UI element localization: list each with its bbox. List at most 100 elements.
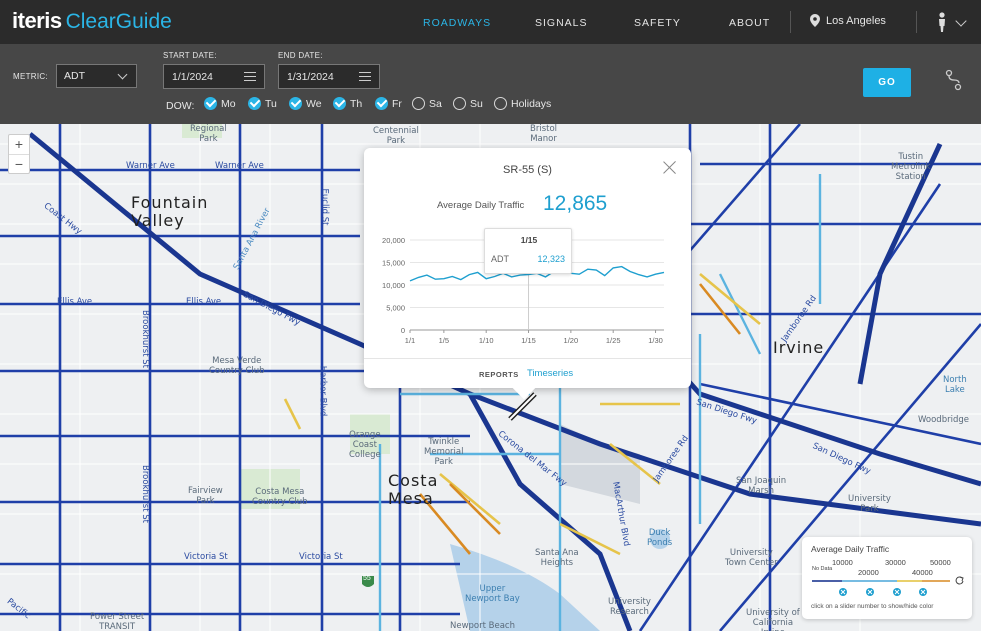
street-warner-ave: Warner Ave (126, 161, 175, 171)
y-tick-label: 15,000 (382, 259, 405, 268)
dow-checkbox-sa[interactable]: Sa (412, 97, 442, 110)
place-regional-park: Regional Park (190, 124, 227, 144)
unchecked-icon[interactable] (453, 97, 466, 110)
checked-icon[interactable] (333, 97, 346, 110)
filter-bar: METRIC: ADT START DATE: 1/1/2024 END DAT… (0, 44, 981, 124)
brand-name: iteris (12, 8, 62, 33)
dow-label-text: Holidays (511, 97, 552, 110)
dow-label-text: Th (350, 97, 363, 110)
x-tick-label: 1/1 (405, 336, 415, 345)
timeseries-link[interactable]: Timeseries (527, 368, 573, 379)
x-tick-label: 1/10 (479, 336, 494, 345)
start-date-input[interactable]: 1/1/2024 (163, 64, 265, 89)
segment-popup: SR-55 (S) Average Daily Traffic 12,865 0… (364, 148, 691, 400)
dow-checkbox-tu[interactable]: Tu (248, 97, 277, 110)
y-tick-label: 0 (401, 326, 405, 335)
close-icon[interactable] (663, 160, 677, 174)
chart-tooltip: 1/15 ADT 12,323 (484, 228, 572, 274)
unchecked-icon[interactable] (494, 97, 507, 110)
place-university-town-center: University Town Center (725, 548, 778, 568)
nav-about[interactable]: ABOUT (729, 17, 770, 29)
place-orange-coast-college: Orange Coast College (349, 430, 381, 460)
place-power-street: Power Street TRANSIT (90, 612, 145, 631)
end-date-label: END DATE: (278, 51, 323, 60)
checked-icon[interactable] (289, 97, 302, 110)
street-brookhurst-st: Brookhurst St (139, 465, 150, 523)
place-university-research: University Research (608, 597, 651, 617)
x-tick-label: 1/20 (564, 336, 579, 345)
dow-checkbox-holidays[interactable]: Holidays (494, 97, 551, 110)
start-date-value: 1/1/2024 (172, 71, 213, 83)
place-centennial-park: Centennial Park (373, 126, 419, 146)
route-icon[interactable] (944, 69, 964, 91)
place-fairview-park: Fairview Park (188, 486, 223, 506)
zoom-in-button[interactable]: + (9, 135, 29, 154)
zoom-out-button[interactable]: − (9, 154, 29, 173)
y-tick-label: 10,000 (382, 281, 405, 290)
zoom-control: + − (8, 134, 30, 174)
location-selector[interactable]: Los Angeles (810, 14, 886, 27)
street-ellis-ave: Ellis Ave (57, 297, 93, 307)
place-north-lake: North Lake (943, 375, 967, 395)
calendar-menu-icon[interactable] (359, 72, 371, 81)
place-university-park: University Park (848, 494, 891, 514)
place-woodbridge: Woodbridge (918, 415, 969, 425)
user-icon[interactable] (936, 12, 948, 32)
chevron-down-icon[interactable] (955, 15, 967, 27)
checked-icon[interactable] (204, 97, 217, 110)
metric-label: METRIC: (13, 72, 48, 81)
nav-safety[interactable]: SAFETY (634, 17, 681, 29)
map-pin-icon (810, 14, 820, 27)
nav-roadways[interactable]: ROADWAYS (423, 17, 491, 29)
street-victoria-st: Victoria St (299, 552, 343, 562)
brand-logo[interactable]: iteris ClearGuide (12, 8, 172, 36)
map-view[interactable]: Fountain Valley Costa Mesa Irvine Regional… (0, 124, 981, 631)
dow-checkbox-th[interactable]: Th (333, 97, 362, 110)
metric-select[interactable]: ADT (56, 64, 137, 88)
checked-icon[interactable] (248, 97, 261, 110)
place-santa-ana-heights: Santa Ana Heights (535, 548, 579, 568)
place-costa-mesa-cc: Costa Mesa Country Club (252, 487, 308, 507)
end-date-value: 1/31/2024 (287, 71, 334, 83)
place-tustin-station: Tustin Metrolink Station (891, 152, 931, 182)
x-tick-label: 1/25 (606, 336, 621, 345)
nav-signals[interactable]: SIGNALS (535, 17, 588, 29)
dow-checkbox-su[interactable]: Su (453, 97, 483, 110)
y-tick-label: 20,000 (382, 236, 405, 245)
go-button[interactable]: GO (863, 68, 911, 97)
dow-label: DOW: (166, 100, 195, 112)
tooltip-value: 12,323 (537, 254, 565, 264)
dow-checkbox-fr[interactable]: Fr (375, 97, 402, 110)
popup-title: SR-55 (S) (503, 164, 552, 176)
sr55-shield: 55 (363, 575, 371, 582)
street-victoria-st: Victoria St (184, 552, 228, 562)
metric-select-value: ADT (64, 70, 85, 82)
dow-checkbox-we[interactable]: We (289, 97, 322, 110)
nav-divider (790, 11, 791, 33)
unchecked-icon[interactable] (412, 97, 425, 110)
street-warner-ave: Warner Ave (215, 161, 264, 171)
place-duck-ponds: Duck Ponds (647, 528, 673, 548)
dow-label-text: We (306, 97, 322, 110)
calendar-menu-icon[interactable] (244, 72, 256, 81)
end-date-input[interactable]: 1/31/2024 (278, 64, 380, 89)
street-brookhurst-st: Brookhurst St (139, 310, 150, 368)
place-san-joaquin-marsh: San Joaquin Marsh (736, 476, 787, 496)
metric-value: 12,865 (543, 192, 608, 215)
place-fountain-valley: Fountain Valley (131, 193, 209, 230)
popup-divider (364, 358, 691, 359)
place-twinkle-park: Twinkle Memorial Park (424, 437, 464, 467)
tooltip-date: 1/15 (520, 235, 538, 245)
nav-divider (916, 11, 917, 33)
place-mesa-verde-cc: Mesa Verde Country Club (209, 356, 265, 376)
x-tick-label: 1/30 (648, 336, 663, 345)
chevron-down-icon (117, 69, 128, 80)
start-date-label: START DATE: (163, 51, 217, 60)
top-navbar: iteris ClearGuide ROADWAYS SIGNALS SAFET… (0, 0, 981, 44)
checked-icon[interactable] (375, 97, 388, 110)
dow-checkbox-mo[interactable]: Mo (204, 97, 236, 110)
brand-product: ClearGuide (65, 10, 172, 33)
dow-label-text: Su (470, 97, 483, 110)
traffic-legend: Average Daily Traffic 10000 30000 50000 … (802, 537, 972, 619)
x-tick-label: 1/15 (521, 336, 536, 345)
